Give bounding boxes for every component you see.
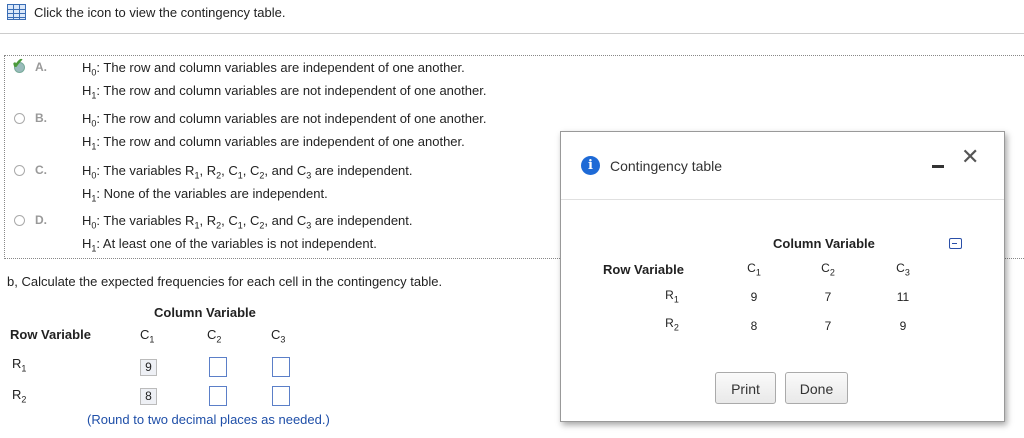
option-b[interactable]: B. — [14, 111, 57, 125]
divider — [0, 33, 1024, 34]
print-button[interactable]: Print — [715, 372, 776, 404]
row-label-r2: R2 — [12, 387, 27, 405]
radio-d[interactable] — [14, 215, 25, 226]
intro-text: Click the icon to view the contingency t… — [34, 4, 286, 20]
option-b-h1: H1: The row and column variables are ind… — [82, 134, 465, 152]
dialog-row-variable: Row Variable — [603, 262, 684, 277]
option-c[interactable]: C. — [14, 163, 57, 177]
intro: Click the icon to view the contingency t… — [7, 4, 285, 20]
col-header-c1: C1 — [140, 327, 155, 345]
close-icon[interactable]: ✕ — [961, 146, 979, 168]
info-icon: i — [581, 156, 600, 175]
done-button[interactable]: Done — [785, 372, 848, 404]
option-a-h1: H1: The row and column variables are not… — [82, 83, 487, 101]
expected-r2-c1: 8 — [140, 388, 157, 405]
dialog-cell: 7 — [824, 319, 832, 333]
option-b-h0: H0: The row and column variables are not… — [82, 111, 487, 129]
option-letter: A. — [35, 60, 47, 74]
copy-icon[interactable] — [949, 238, 962, 249]
option-letter: D. — [35, 213, 47, 227]
minimize-icon[interactable] — [932, 165, 944, 168]
dialog-row-label-r2: R2 — [665, 316, 679, 333]
dialog-col-c3: C3 — [896, 261, 910, 278]
dialog-header: i Contingency table — [581, 156, 722, 175]
col-header-c3: C3 — [271, 327, 286, 345]
radio-c[interactable] — [14, 165, 25, 176]
rounding-hint: (Round to two decimal places as needed.) — [87, 412, 330, 427]
expected-r2-c2-input[interactable] — [209, 386, 227, 406]
dialog-cell: 9 — [750, 290, 758, 304]
expected-r1-c1: 9 — [140, 359, 157, 376]
dialog-row-label-r1: R1 — [665, 288, 679, 305]
option-letter: C. — [35, 163, 47, 177]
radio-b[interactable] — [14, 113, 25, 124]
dialog-cell: 8 — [750, 319, 758, 333]
dialog-divider — [561, 199, 1004, 200]
expected-r1-c2-input[interactable] — [209, 357, 227, 377]
option-c-h0: H0: The variables R1, R2, C1, C2, and C3… — [82, 163, 413, 181]
contingency-table-dialog: i Contingency table ✕ Column Variable Ro… — [560, 131, 1005, 422]
table-icon[interactable] — [7, 4, 26, 20]
dialog-cell: 9 — [899, 319, 907, 333]
option-letter: B. — [35, 111, 47, 125]
expected-r1-c3-input[interactable] — [272, 357, 290, 377]
option-d[interactable]: D. — [14, 213, 57, 227]
option-c-h1: H1: None of the variables are independen… — [82, 186, 328, 204]
option-d-h1: H1: At least one of the variables is not… — [82, 236, 377, 254]
checkmark-icon: ✔ — [12, 55, 24, 71]
dialog-cell: 7 — [824, 290, 832, 304]
column-variable-heading: Column Variable — [154, 305, 256, 320]
question-text: b, Calculate the expected frequencies fo… — [7, 274, 443, 289]
dialog-cell: 11 — [896, 290, 910, 304]
dialog-col-c2: C2 — [821, 261, 835, 278]
dialog-title: Contingency table — [610, 157, 723, 174]
option-d-h0: H0: The variables R1, R2, C1, C2, and C3… — [82, 213, 413, 231]
row-variable-heading: Row Variable — [10, 327, 91, 342]
col-header-c2: C2 — [207, 327, 222, 345]
dialog-col-c1: C1 — [747, 261, 761, 278]
expected-r2-c3-input[interactable] — [272, 386, 290, 406]
option-a-h0: H0: The row and column variables are ind… — [82, 60, 465, 78]
dialog-column-variable: Column Variable — [773, 236, 875, 251]
row-label-r1: R1 — [12, 356, 27, 374]
